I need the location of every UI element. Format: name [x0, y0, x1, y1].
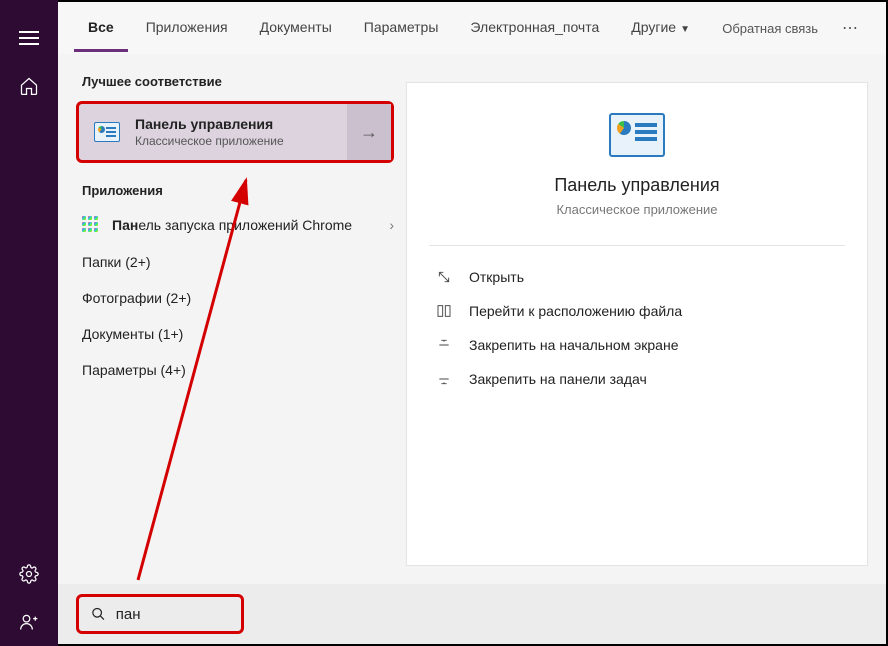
app-result-label: Панель запуска приложений Chrome [112, 217, 389, 233]
tab-all[interactable]: Все [74, 5, 128, 52]
detail-subtitle: Классическое приложение [427, 202, 847, 217]
pin-taskbar-icon [433, 370, 455, 388]
action-file-location[interactable]: Перейти к расположению файла [429, 294, 845, 328]
detail-title: Панель управления [427, 175, 847, 196]
best-match-result[interactable]: Панель управления Классическое приложени… [76, 101, 394, 163]
action-pin-start[interactable]: Закрепить на начальном экране [429, 328, 845, 362]
detail-column: Панель управления Классическое приложени… [406, 54, 886, 584]
control-panel-icon [91, 116, 123, 148]
tab-apps[interactable]: Приложения [132, 5, 242, 52]
best-match-title: Панель управления [135, 116, 347, 132]
apps-header: Приложения [76, 175, 406, 206]
search-bar [58, 584, 886, 644]
search-box[interactable] [76, 594, 244, 634]
search-icon [91, 605, 106, 623]
category-settings[interactable]: Параметры (4+) [76, 352, 406, 388]
home-button[interactable] [5, 62, 53, 110]
tab-email[interactable]: Электронная_почта [456, 5, 613, 52]
category-photos[interactable]: Фотографии (2+) [76, 280, 406, 316]
menu-button[interactable] [5, 14, 53, 62]
app-grid-icon [82, 216, 100, 234]
account-button[interactable] [5, 598, 53, 646]
category-documents[interactable]: Документы (1+) [76, 316, 406, 352]
open-icon [433, 268, 455, 286]
app-result-chrome-launcher[interactable]: Панель запуска приложений Chrome › [76, 206, 406, 244]
category-folders[interactable]: Папки (2+) [76, 244, 406, 280]
chevron-down-icon: ▼ [680, 24, 690, 35]
best-match-subtitle: Классическое приложение [135, 134, 347, 148]
best-match-header: Лучшее соответствие [76, 66, 406, 97]
folder-icon [433, 302, 455, 320]
tab-documents[interactable]: Документы [246, 5, 346, 52]
search-panel: Все Приложения Документы Параметры Элект… [58, 2, 886, 584]
results-column: Лучшее соответствие Панель управления Кл… [58, 54, 406, 584]
feedback-link[interactable]: Обратная связь [712, 21, 828, 36]
start-sidebar [0, 0, 58, 646]
action-open[interactable]: Открыть [429, 260, 845, 294]
expand-arrow-icon[interactable]: → [347, 104, 391, 160]
search-input[interactable] [116, 606, 229, 623]
more-button[interactable]: ⋯ [832, 18, 870, 38]
action-pin-taskbar[interactable]: Закрепить на панели задач [429, 362, 845, 396]
tab-settings[interactable]: Параметры [350, 5, 453, 52]
filter-tabs: Все Приложения Документы Параметры Элект… [58, 2, 886, 54]
chevron-right-icon: › [389, 217, 394, 233]
tab-other[interactable]: Другие▼ [617, 5, 704, 52]
control-panel-large-icon [609, 113, 665, 157]
detail-card: Панель управления Классическое приложени… [406, 82, 868, 566]
pin-icon [433, 336, 455, 354]
settings-button[interactable] [5, 550, 53, 598]
